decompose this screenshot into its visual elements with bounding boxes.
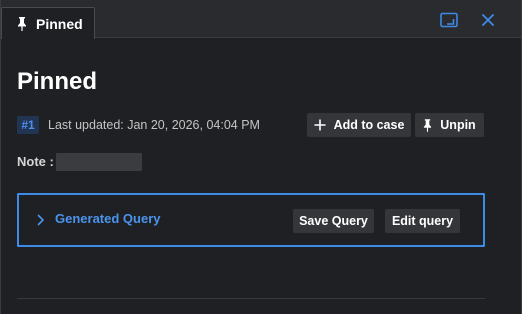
tab-bar: Pinned <box>1 0 521 39</box>
generated-query-section: Generated Query Save Query Edit query <box>17 193 485 247</box>
add-to-case-button[interactable]: Add to case <box>307 113 411 137</box>
tab-pinned[interactable]: Pinned <box>1 7 95 39</box>
unpin-button[interactable]: Unpin <box>415 113 484 137</box>
last-updated-text: Last updated: Jan 20, 2026, 04:04 PM <box>48 118 260 132</box>
divider <box>17 298 485 299</box>
unpin-label: Unpin <box>440 118 476 132</box>
expand-button[interactable] <box>439 10 459 30</box>
save-query-button[interactable]: Save Query <box>293 209 374 233</box>
pin-icon <box>18 17 26 31</box>
pin-icon <box>423 118 432 132</box>
edit-query-button[interactable]: Edit query <box>385 209 460 233</box>
close-icon <box>482 14 494 26</box>
tab-label: Pinned <box>36 16 83 32</box>
note-value-redacted <box>56 153 142 171</box>
pinned-panel: Pinned Pinned #1 Last updated: Jan 20, 2… <box>0 0 522 314</box>
note-label: Note : <box>17 154 54 169</box>
edit-query-label: Edit query <box>391 214 454 228</box>
pin-number-badge: #1 <box>17 116 39 134</box>
chevron-right-icon[interactable] <box>35 213 45 227</box>
generated-query-toggle[interactable]: Generated Query <box>55 211 161 226</box>
close-button[interactable] <box>478 10 498 30</box>
add-to-case-label: Add to case <box>333 118 405 132</box>
save-query-label: Save Query <box>299 214 368 228</box>
page-title: Pinned <box>17 68 98 95</box>
expand-icon <box>440 12 458 28</box>
plus-icon <box>314 119 326 131</box>
